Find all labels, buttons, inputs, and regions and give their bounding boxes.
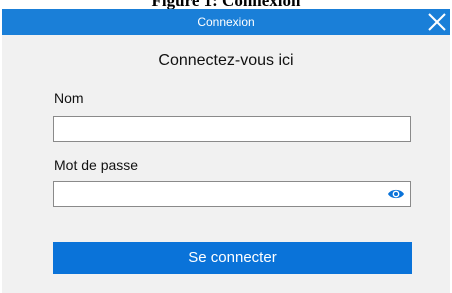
page: Figure 1: Connexion Connexion Connectez-… [0, 0, 452, 293]
eye-icon [388, 189, 404, 199]
password-label: Mot de passe [54, 157, 139, 173]
login-heading: Connectez-vous ici [158, 52, 294, 69]
close-button[interactable] [420, 9, 450, 35]
show-password-toggle[interactable] [387, 187, 405, 201]
login-window: Connexion Connectez-vous ici Nom Mot de … [2, 9, 450, 293]
name-input[interactable] [53, 116, 411, 142]
title-bar: Connexion [2, 9, 450, 35]
password-input[interactable] [53, 181, 411, 207]
window-title: Connexion [197, 15, 255, 29]
close-icon [428, 13, 446, 31]
name-label: Nom [54, 90, 84, 106]
login-button[interactable]: Se connecter [53, 242, 412, 274]
